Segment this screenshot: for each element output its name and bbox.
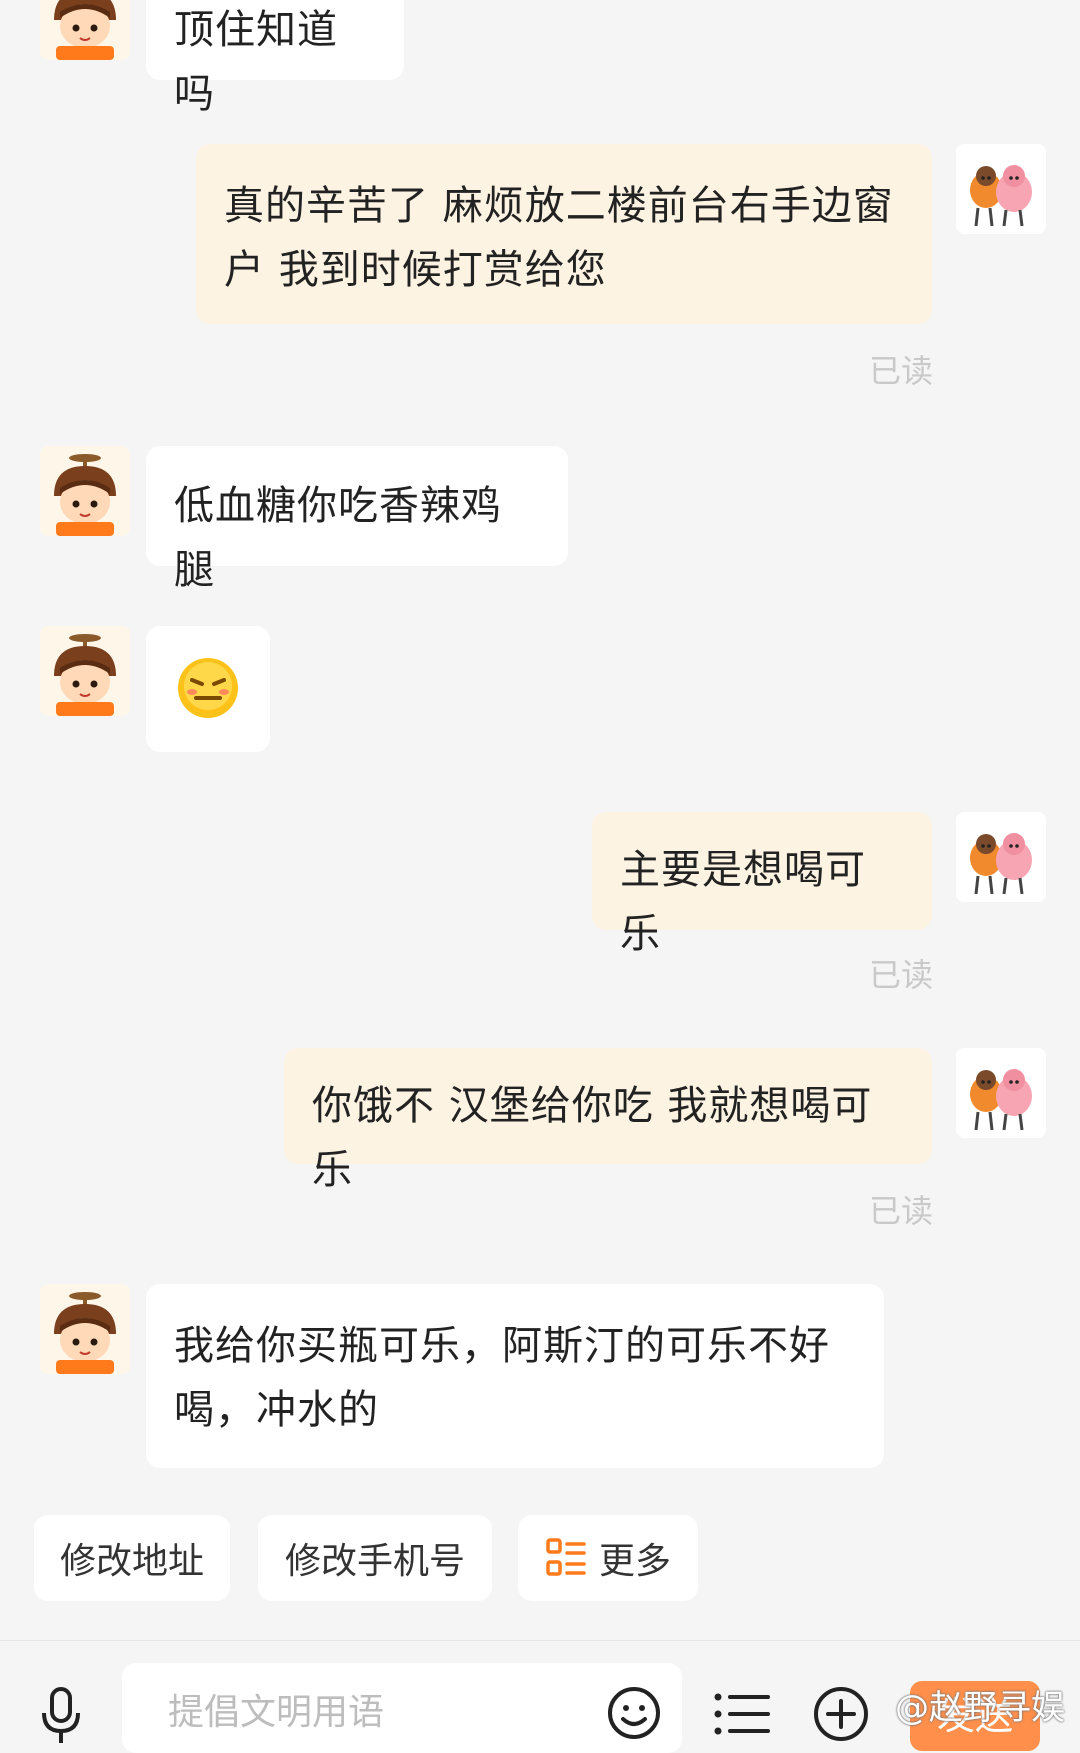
rider-avatar[interactable] [40,0,130,60]
more-button[interactable]: 更多 [518,1515,698,1601]
message-bubble-incoming[interactable]: 低血糖你吃香辣鸡腿 [146,446,568,593]
modify-address-button[interactable]: 修改地址 [34,1515,230,1601]
modify-phone-button[interactable]: 修改手机号 [258,1515,492,1601]
microphone-icon[interactable] [36,1685,86,1745]
watermark: @赵野寻娱 [895,1680,1065,1729]
plus-circle-icon[interactable] [812,1685,870,1743]
read-status: 已读 [868,956,933,994]
message-text: 你饿不 汉堡给你吃 我就想喝可乐 [312,1083,873,1193]
rider-avatar[interactable] [40,446,130,536]
message-text: 顶住知道吗 [174,7,338,117]
input-placeholder: 提倡文明用语 [168,1692,385,1733]
message-bubble-outgoing[interactable]: 主要是想喝可乐 [592,812,932,957]
modify-phone-label: 修改手机号 [284,1541,465,1582]
list-icon[interactable] [712,1689,772,1739]
message-text: 主要是想喝可乐 [620,847,866,957]
message-text-line: 喝，冲水的 [174,1387,379,1433]
message-text: 低血糖你吃香辣鸡腿 [174,483,502,593]
message-text-line: 户 我到时候打赏给您 [224,247,607,293]
rider-avatar[interactable] [40,626,130,716]
my-avatar[interactable] [956,812,1046,902]
grid-menu-icon [546,1538,586,1576]
chat-area[interactable]: 顶住知道吗 真的辛苦了 麻烦放二楼前台右手边窗 户 我到时候打赏给您 已读 低血… [0,0,1080,1640]
my-avatar[interactable] [956,1048,1046,1138]
my-avatar[interactable] [956,144,1046,234]
more-label: 更多 [598,1541,671,1582]
message-bubble-outgoing[interactable]: 你饿不 汉堡给你吃 我就想喝可乐 [284,1048,932,1193]
message-text-line: 真的辛苦了 麻烦放二楼前台右手边窗 [224,183,894,229]
watermark-text: @赵野寻娱 [895,1688,1065,1728]
rider-avatar[interactable] [40,1284,130,1374]
embarrassed-emoji-icon [178,658,238,718]
message-bubble-incoming[interactable]: 我给你买瓶可乐，阿斯汀的可乐不好 喝，冲水的 [146,1284,884,1468]
modify-address-label: 修改地址 [59,1541,204,1582]
emoji-bubble[interactable] [146,626,270,752]
message-text-line: 我给你买瓶可乐，阿斯汀的可乐不好 [174,1323,830,1369]
message-input[interactable]: 提倡文明用语 [122,1663,682,1753]
message-bubble-incoming[interactable]: 顶住知道吗 [146,0,404,117]
read-status: 已读 [868,1192,933,1230]
message-bubble-outgoing[interactable]: 真的辛苦了 麻烦放二楼前台右手边窗 户 我到时候打赏给您 [196,144,932,324]
read-status: 已读 [868,352,933,390]
